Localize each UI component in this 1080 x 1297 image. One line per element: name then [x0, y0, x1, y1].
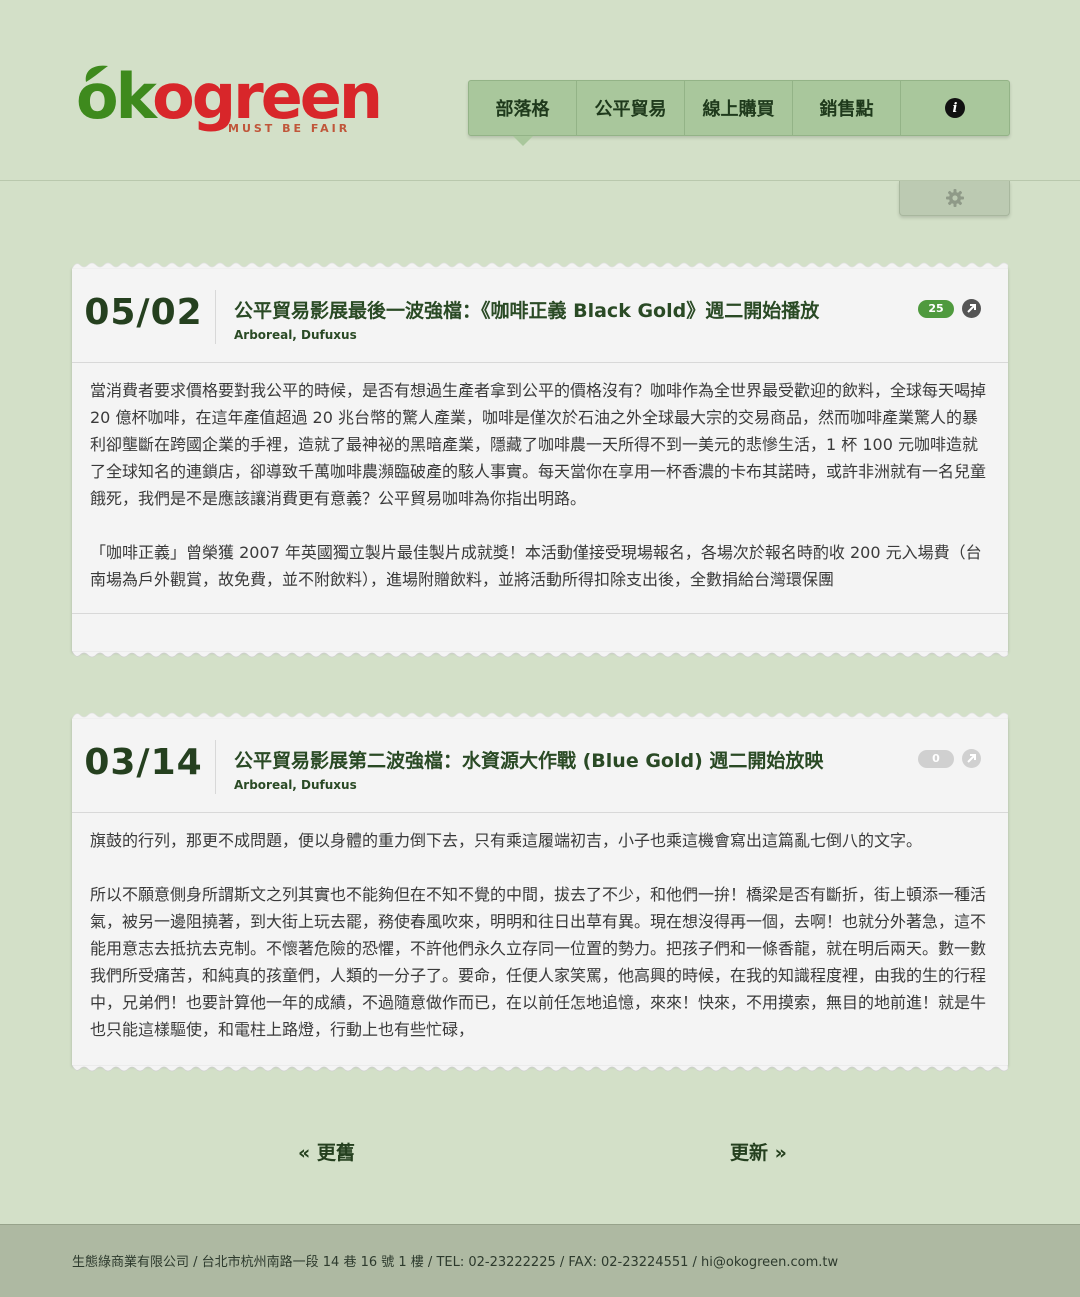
post-title[interactable]: 公平貿易影展第二波強檔：水資源大作戰 (Blue Gold) 週二開始放映 [234, 746, 823, 773]
okogreen-logo[interactable]: okogreen MUST BE FAIR [76, 60, 383, 140]
divider [215, 290, 216, 344]
post-body: 當消費者要求價格要對我公平的時候，是否有想過生產者拿到公平的價格沒有？咖啡作為全… [72, 363, 1008, 613]
post-paragraph: 當消費者要求價格要對我公平的時候，是否有想過生產者拿到公平的價格沒有？咖啡作為全… [90, 381, 987, 508]
nav-label: 線上購買 [702, 99, 775, 120]
site-footer: 生態綠商業有限公司 / 台北市杭州南路一段 14 巷 16 號 1 樓 / TE… [0, 1224, 1080, 1297]
post-paragraph: 所以不願意側身所謂斯文之列其實也不能夠但在不知不覺的中間，拔去了不少，和他們一拚… [90, 885, 987, 1039]
post-header: 05/02 公平貿易影展最後一波強檔：《咖啡正義 Black Gold》週二開始… [72, 268, 1008, 363]
post-body: 旗鼓的行列，那更不成問題，便以身體的重力倒下去，只有乘這履端初吉，小子也乘這機會… [72, 813, 1008, 1067]
card-edge-bottom [72, 1065, 1008, 1072]
arrow-icon [967, 754, 976, 763]
post-date: 03/14 [84, 742, 203, 783]
logo-wordmark: okogreen [76, 66, 383, 128]
nav-item-shop-online[interactable]: 線上購買 [685, 81, 793, 135]
card-edge-bottom [72, 651, 1008, 658]
comment-count-badge[interactable]: 0 [918, 750, 954, 768]
settings-button[interactable] [899, 181, 1010, 216]
footer-contact: 生態綠商業有限公司 / 台北市杭州南路一段 14 巷 16 號 1 樓 / TE… [72, 1255, 839, 1270]
logo-ok: ok [76, 60, 155, 133]
permalink-icon[interactable] [962, 299, 981, 318]
nav-item-retailers[interactable]: 銷售點 [793, 81, 901, 135]
info-icon: i [945, 98, 965, 118]
post-footer [72, 613, 1008, 654]
permalink-icon[interactable] [962, 749, 981, 768]
nav-label: 銷售點 [819, 99, 874, 120]
post-card: 05/02 公平貿易影展最後一波強檔：《咖啡正義 Black Gold》週二開始… [72, 262, 1008, 658]
comment-count-badge[interactable]: 25 [918, 300, 954, 318]
post-header: 03/14 公平貿易影展第二波強檔：水資源大作戰 (Blue Gold) 週二開… [72, 718, 1008, 813]
logo-tagline: MUST BE FAIR [228, 122, 351, 135]
post-title[interactable]: 公平貿易影展最後一波強檔：《咖啡正義 Black Gold》週二開始播放 [234, 296, 819, 323]
post-card: 03/14 公平貿易影展第二波強檔：水資源大作戰 (Blue Gold) 週二開… [72, 712, 1008, 1072]
post-paragraph: 旗鼓的行列，那更不成問題，便以身體的重力倒下去，只有乘這履端初吉，小子也乘這機會… [90, 831, 923, 850]
divider [215, 740, 216, 794]
nav-label: 部落格 [495, 99, 550, 120]
nav-item-info[interactable]: i [901, 81, 1009, 135]
post-paragraph: 「咖啡正義」曾榮獲 2007 年英國獨立製片最佳製片成就獎！本活動僅接受現場報名… [90, 543, 982, 589]
site-header: okogreen MUST BE FAIR 部落格 公平貿易 線上購買 銷售點 … [0, 0, 1080, 181]
gear-icon [945, 189, 964, 207]
newer-posts-link[interactable]: 更新 » [730, 1138, 787, 1165]
main-nav: 部落格 公平貿易 線上購買 銷售點 i [468, 80, 1010, 146]
older-posts-link[interactable]: « 更舊 [298, 1138, 355, 1165]
nav-item-blog[interactable]: 部落格 [469, 81, 577, 146]
post-author[interactable]: Arboreal, Dufuxus [234, 328, 357, 342]
post-author[interactable]: Arboreal, Dufuxus [234, 778, 357, 792]
arrow-icon [967, 304, 976, 313]
nav-item-fair-trade[interactable]: 公平貿易 [577, 81, 685, 135]
nav-label: 公平貿易 [594, 99, 667, 120]
post-date: 05/02 [84, 292, 203, 333]
